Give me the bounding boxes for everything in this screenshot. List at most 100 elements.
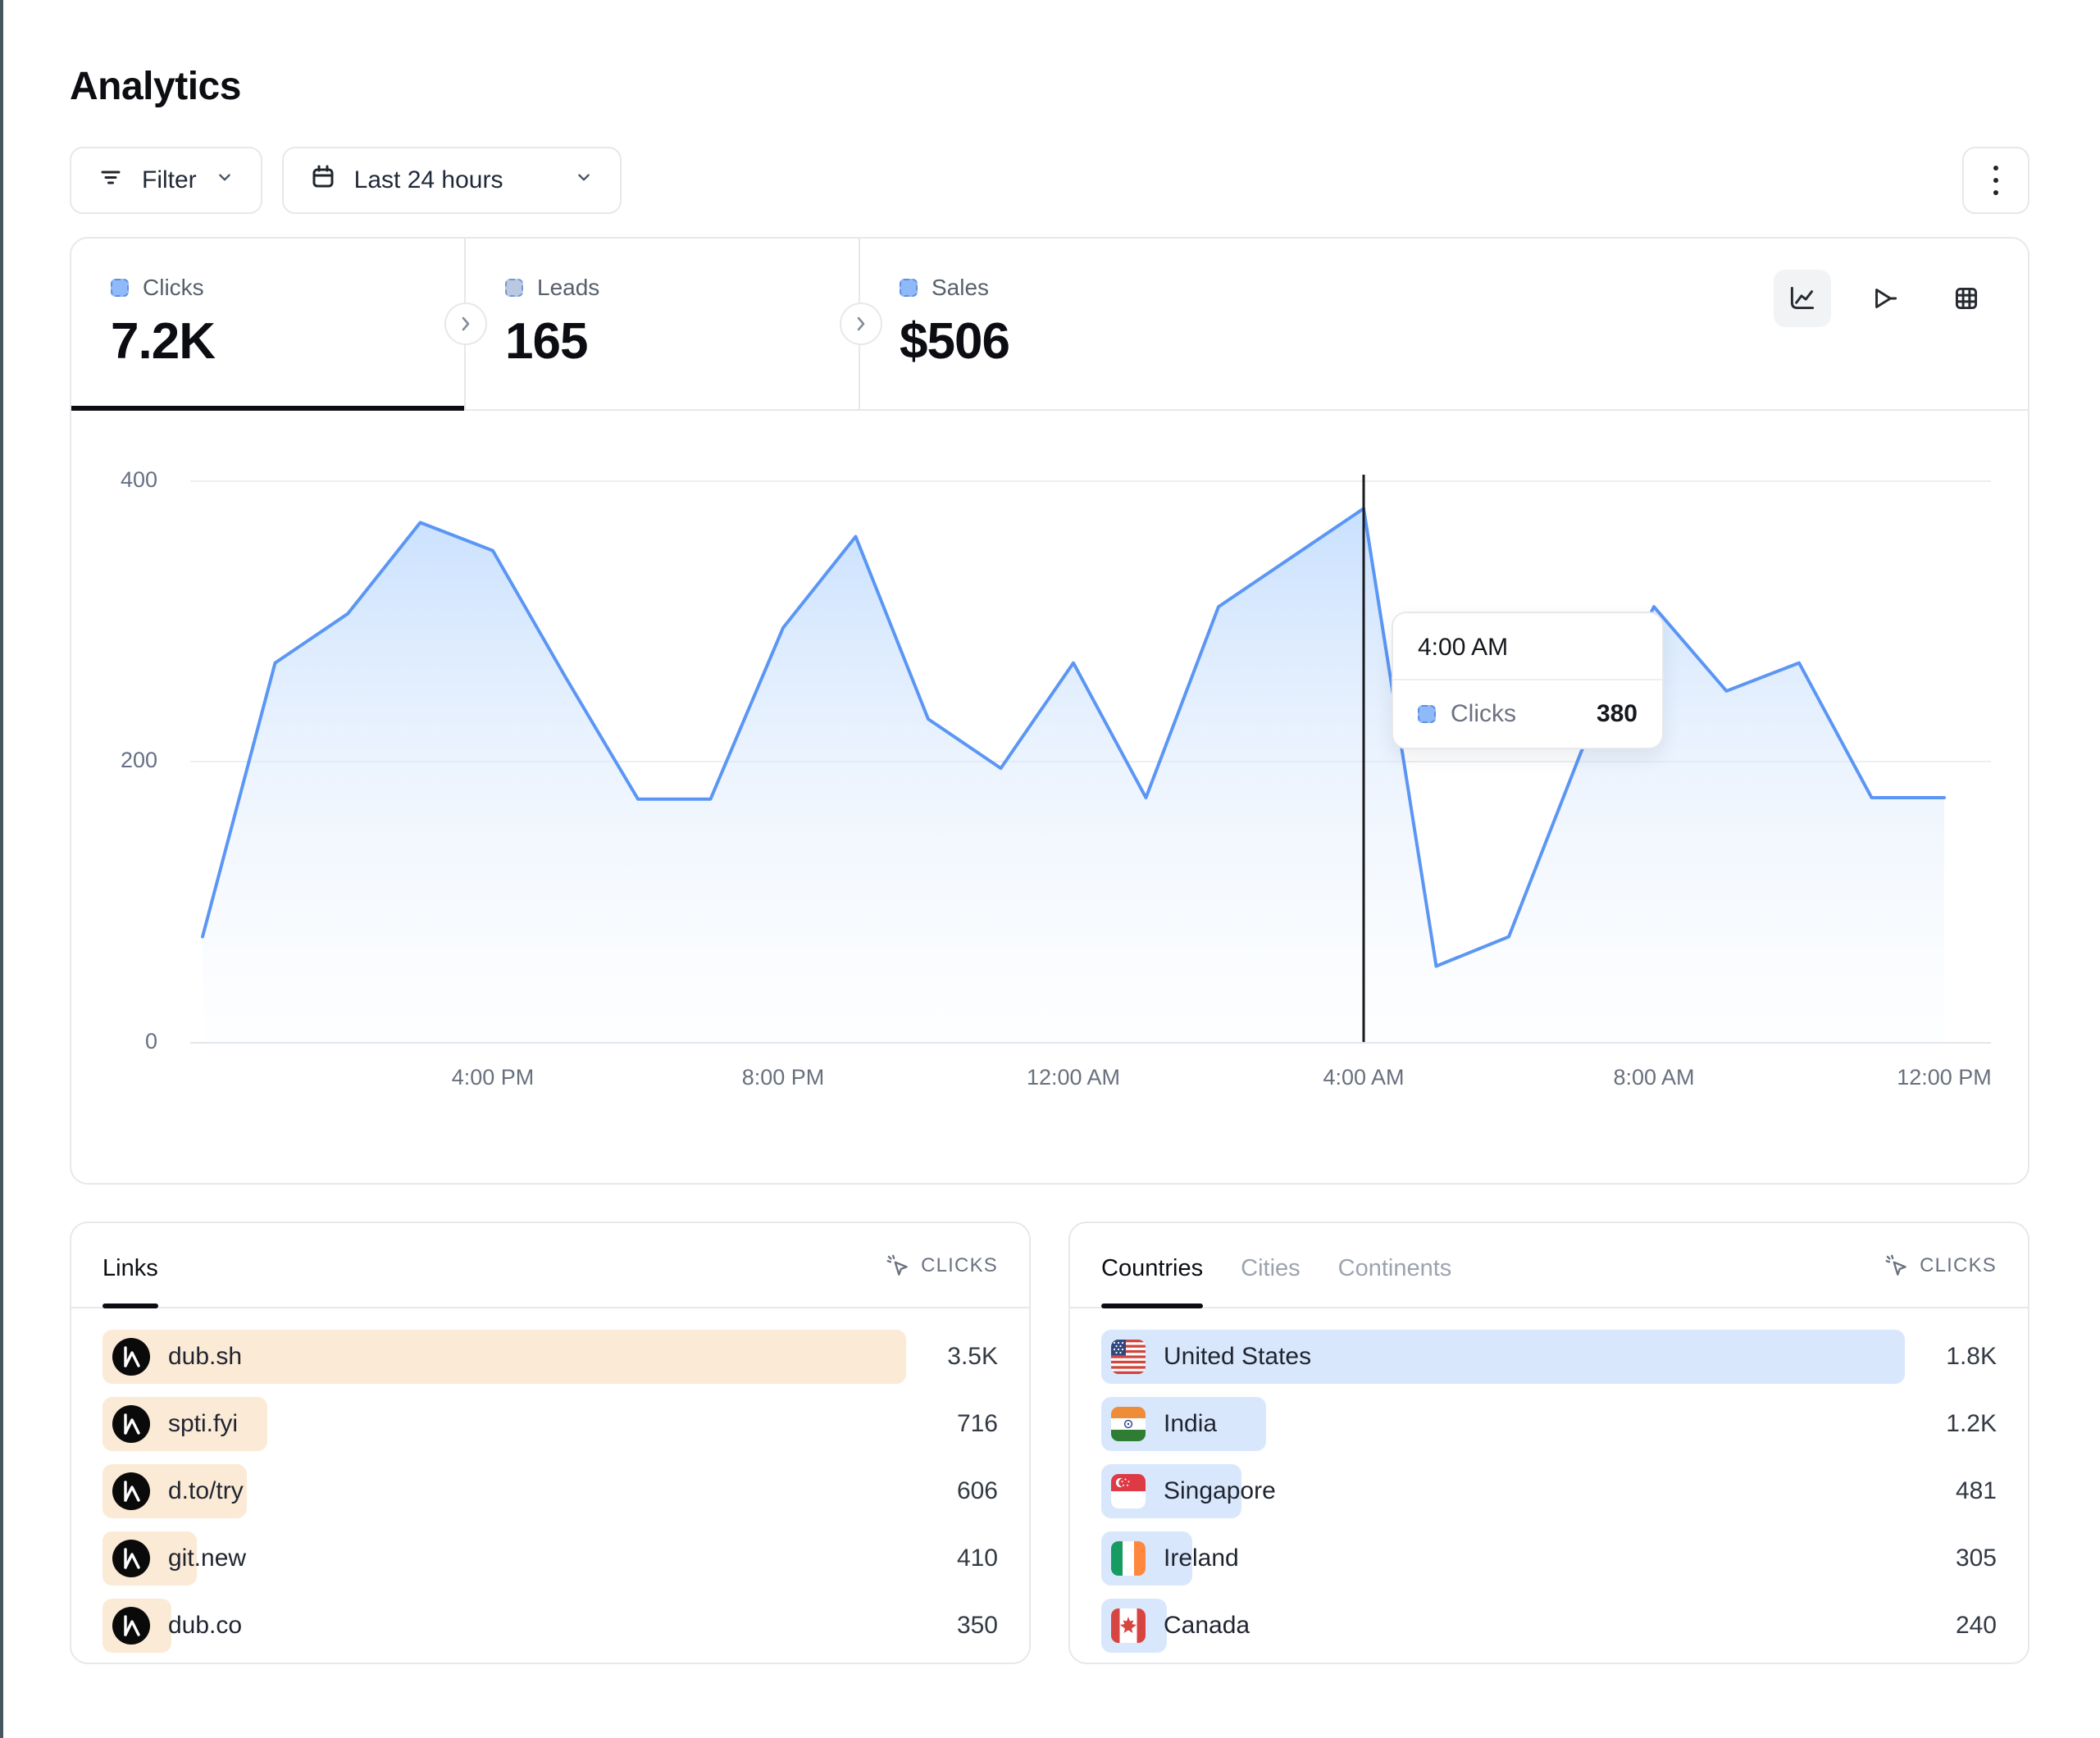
kebab-dot bbox=[1993, 166, 1998, 171]
link-clicks-value: 716 bbox=[906, 1410, 998, 1438]
x-axis-tick: 12:00 AM bbox=[991, 1065, 1155, 1090]
tab-continents[interactable]: Continents bbox=[1338, 1255, 1452, 1307]
funnel-view-button[interactable] bbox=[1856, 270, 1913, 327]
tab-leads[interactable]: Leads 165 bbox=[466, 239, 860, 409]
clicks-legend-square-icon bbox=[1418, 705, 1436, 723]
x-axis-tick: 4:00 AM bbox=[1282, 1065, 1446, 1090]
link-row[interactable]: spti.fyi 716 bbox=[102, 1397, 998, 1451]
table-grid-icon bbox=[1949, 281, 1984, 316]
link-clicks-value: 606 bbox=[906, 1477, 998, 1505]
chevron-right-icon bbox=[457, 315, 475, 333]
kebab-dot bbox=[1993, 178, 1998, 183]
countries-metric-label: CLICKS bbox=[1920, 1254, 1997, 1277]
date-range-button[interactable]: Last 24 hours bbox=[282, 147, 622, 214]
x-axis-tick: 12:00 PM bbox=[1862, 1065, 2026, 1090]
y-axis-tick-200: 200 bbox=[88, 748, 157, 773]
chart-tooltip: 4:00 AM Clicks 380 bbox=[1392, 612, 1664, 749]
chevron-right-icon bbox=[852, 315, 870, 333]
tab-sales[interactable]: Sales $506 bbox=[860, 239, 1255, 409]
page-title: Analytics bbox=[70, 64, 2029, 109]
link-clicks-value: 350 bbox=[906, 1612, 998, 1640]
countries-card-header: Countries Cities Continents CLICKS bbox=[1070, 1223, 2028, 1308]
tooltip-value: 380 bbox=[1597, 700, 1638, 728]
sales-tab-label: Sales bbox=[932, 275, 989, 301]
expand-leads-sales-button[interactable] bbox=[840, 303, 882, 345]
link-label: dub.sh bbox=[168, 1343, 242, 1371]
y-axis-tick-400: 400 bbox=[88, 467, 157, 493]
link-row[interactable]: d.to/try 606 bbox=[102, 1464, 998, 1518]
country-label: United States bbox=[1164, 1343, 1311, 1371]
link-row[interactable]: dub.sh 3.5K bbox=[102, 1330, 998, 1384]
country-label: Ireland bbox=[1164, 1545, 1239, 1572]
x-axis-tick: 4:00 PM bbox=[411, 1065, 575, 1090]
country-row[interactable]: United States 1.8K bbox=[1101, 1330, 1997, 1384]
country-clicks-value: 305 bbox=[1905, 1545, 1997, 1572]
sales-tab-value: $506 bbox=[900, 312, 1255, 371]
tab-cities[interactable]: Cities bbox=[1241, 1255, 1301, 1307]
calendar-icon bbox=[307, 161, 339, 200]
link-label: spti.fyi bbox=[168, 1410, 238, 1438]
leads-legend-square-icon bbox=[505, 279, 523, 297]
more-options-button[interactable] bbox=[1962, 147, 2029, 214]
leads-tab-label: Leads bbox=[537, 275, 599, 301]
analytics-chart-card: Clicks 7.2K Leads 165 Sales $506 bbox=[70, 237, 2029, 1185]
tab-links[interactable]: Links bbox=[102, 1255, 158, 1307]
links-metric-toggle[interactable]: CLICKS bbox=[885, 1253, 998, 1307]
chevron-down-icon bbox=[212, 164, 238, 197]
clicks-legend-square-icon bbox=[111, 279, 129, 297]
leads-tab-value: 165 bbox=[505, 312, 859, 371]
countries-metric-toggle[interactable]: CLICKS bbox=[1884, 1253, 1997, 1307]
expand-clicks-leads-button[interactable] bbox=[444, 303, 487, 345]
dub-logo-icon bbox=[112, 1405, 150, 1443]
country-label: India bbox=[1164, 1410, 1217, 1438]
filter-button[interactable]: Filter bbox=[70, 147, 262, 214]
link-label: d.to/try bbox=[168, 1477, 244, 1505]
country-clicks-value: 481 bbox=[1905, 1477, 1997, 1505]
link-label: dub.co bbox=[168, 1612, 242, 1640]
table-view-button[interactable] bbox=[1938, 270, 1995, 327]
links-list: dub.sh 3.5K spti.fyi 716 bbox=[71, 1308, 1029, 1653]
country-row[interactable]: Singapore 481 bbox=[1101, 1464, 1997, 1518]
filter-button-label: Filter bbox=[142, 166, 197, 194]
link-row[interactable]: git.new 410 bbox=[102, 1531, 998, 1586]
line-chart-icon bbox=[1785, 281, 1820, 316]
link-label: git.new bbox=[168, 1545, 246, 1572]
country-row[interactable]: India 1.2K bbox=[1101, 1397, 1997, 1451]
country-clicks-value: 1.8K bbox=[1905, 1343, 1997, 1371]
sales-legend-square-icon bbox=[900, 279, 918, 297]
cursor-click-icon bbox=[1884, 1253, 1910, 1279]
tab-clicks[interactable]: Clicks 7.2K bbox=[71, 239, 466, 409]
clicks-timeseries-chart[interactable]: 400 200 0 4:00 PM 8:00 PM 12:00 AM 4:00 … bbox=[71, 411, 2028, 1183]
chart-view-switcher bbox=[1774, 270, 1995, 327]
line-chart-view-button[interactable] bbox=[1774, 270, 1831, 327]
chevron-down-icon bbox=[571, 164, 597, 197]
country-clicks-value: 240 bbox=[1905, 1612, 1997, 1640]
country-row[interactable]: Canada 240 bbox=[1101, 1599, 1997, 1653]
country-row[interactable]: Ireland 305 bbox=[1101, 1531, 1997, 1586]
links-card: Links CLICKS dub.sh bbox=[70, 1222, 1031, 1664]
canada-flag-icon bbox=[1111, 1608, 1146, 1643]
cursor-click-icon bbox=[885, 1253, 911, 1279]
link-row[interactable]: dub.co 350 bbox=[102, 1599, 998, 1653]
dub-logo-icon bbox=[112, 1540, 150, 1577]
breakdown-cards-row: Links CLICKS dub.sh bbox=[70, 1222, 2029, 1664]
tooltip-time: 4:00 AM bbox=[1393, 613, 1662, 680]
singapore-flag-icon bbox=[1111, 1474, 1146, 1508]
x-axis-tick: 8:00 PM bbox=[701, 1065, 865, 1090]
tooltip-series-label: Clicks bbox=[1451, 700, 1516, 728]
us-flag-icon bbox=[1111, 1340, 1146, 1374]
countries-card: Countries Cities Continents CLICKS bbox=[1068, 1222, 2029, 1664]
tab-countries[interactable]: Countries bbox=[1101, 1255, 1203, 1307]
clicks-tab-value: 7.2K bbox=[111, 312, 464, 371]
filter-icon bbox=[94, 161, 127, 200]
dub-logo-icon bbox=[112, 1607, 150, 1645]
link-clicks-value: 3.5K bbox=[906, 1343, 998, 1371]
country-label: Singapore bbox=[1164, 1477, 1276, 1505]
funnel-icon bbox=[1867, 281, 1902, 316]
kebab-dot bbox=[1993, 190, 1998, 195]
toolbar: Filter Last 24 hours bbox=[70, 147, 2029, 214]
ireland-flag-icon bbox=[1111, 1541, 1146, 1576]
dub-logo-icon bbox=[112, 1338, 150, 1376]
country-clicks-value: 1.2K bbox=[1905, 1410, 1997, 1438]
date-range-label: Last 24 hours bbox=[354, 166, 503, 194]
